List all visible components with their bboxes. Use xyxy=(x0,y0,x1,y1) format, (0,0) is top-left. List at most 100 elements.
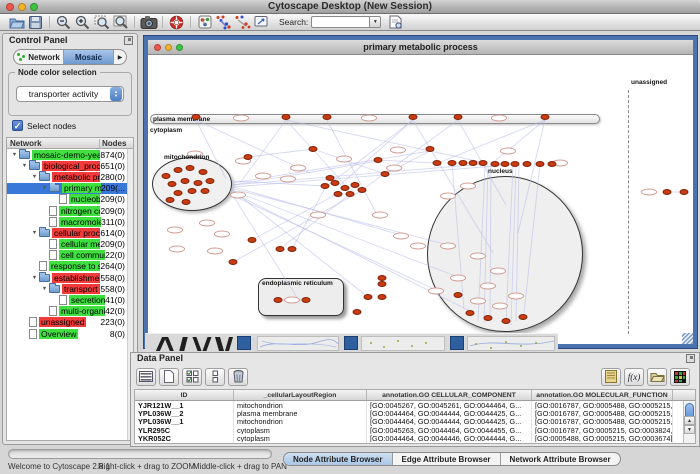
graph-node-label[interactable] xyxy=(290,165,306,172)
open-file-icon[interactable] xyxy=(7,14,26,30)
graph-node[interactable] xyxy=(469,160,478,166)
graph-node[interactable] xyxy=(188,188,197,194)
graph-node[interactable] xyxy=(162,173,171,179)
expander-icon[interactable]: ▼ xyxy=(40,185,49,191)
column-header[interactable]: annotation.GO CELLULAR_COMPONENT xyxy=(367,390,532,400)
graph-node[interactable] xyxy=(523,161,532,167)
expander-icon[interactable]: ▼ xyxy=(30,275,39,281)
graph-node[interactable] xyxy=(466,310,475,316)
tree-row[interactable]: ▼metabolic process280(0) xyxy=(7,171,133,182)
graph-node[interactable] xyxy=(309,146,318,152)
graph-node[interactable] xyxy=(331,180,340,186)
tree-row[interactable]: macromolecule311(0) xyxy=(7,216,133,227)
graph-node[interactable] xyxy=(448,160,457,166)
graph-node[interactable] xyxy=(288,246,297,252)
search-input[interactable] xyxy=(311,16,369,28)
graph-node[interactable] xyxy=(323,114,332,120)
graph-node-label[interactable] xyxy=(470,298,486,305)
graph-node[interactable] xyxy=(479,160,488,166)
create-view-icon[interactable] xyxy=(252,14,271,30)
table-row[interactable]: YLR295Ccytoplasm[GO:0045263, GO:0044464,… xyxy=(135,426,695,434)
table-row[interactable]: YKR052Ccytoplasm[GO:0044464, GO:0044446,… xyxy=(135,434,695,442)
graph-node[interactable] xyxy=(346,191,355,197)
frame-titlebar[interactable]: primary metabolic process xyxy=(148,40,693,55)
expander-icon[interactable]: ▼ xyxy=(30,230,39,236)
delete-attribute-icon[interactable] xyxy=(228,368,248,386)
node-color-dropdown[interactable]: transporter activity ▲▼ xyxy=(16,86,124,102)
graph-node[interactable] xyxy=(536,161,545,167)
graph-node[interactable] xyxy=(502,318,511,324)
graph-node[interactable] xyxy=(181,178,190,184)
graph-node-label[interactable] xyxy=(336,156,352,163)
graph-node-label[interactable] xyxy=(372,212,388,219)
zoom-selected-region-icon[interactable] xyxy=(92,14,111,30)
graph-node[interactable] xyxy=(454,114,463,120)
tree-row[interactable]: ▼cellular process614(0) xyxy=(7,227,133,238)
graph-node[interactable] xyxy=(182,199,191,205)
new-attribute-icon[interactable] xyxy=(159,368,179,386)
scroll-down-icon[interactable]: ▼ xyxy=(684,425,695,434)
column-header[interactable]: ID xyxy=(135,390,234,400)
graph-node-label[interactable] xyxy=(491,115,507,122)
graph-node-label[interactable] xyxy=(410,243,426,250)
graph-node[interactable] xyxy=(201,188,210,194)
column-header[interactable]: annotation.GO MOLECULAR_FUNCTION xyxy=(532,390,673,400)
graph-node-label[interactable] xyxy=(390,147,406,154)
expander-icon[interactable]: ▼ xyxy=(40,286,49,292)
graph-node[interactable] xyxy=(244,154,253,160)
graph-node-label[interactable] xyxy=(641,189,657,196)
graph-node[interactable] xyxy=(194,180,203,186)
table-row[interactable]: YPL036W__2plasma membrane[GO:0044464, GO… xyxy=(135,409,695,417)
float-panel-icon[interactable] xyxy=(124,36,133,45)
graph-node[interactable] xyxy=(326,175,335,181)
zoom-out-icon[interactable] xyxy=(54,14,73,30)
graph-node[interactable] xyxy=(491,161,500,167)
graph-node[interactable] xyxy=(174,167,183,173)
zoom-in-icon[interactable] xyxy=(73,14,92,30)
graph-node[interactable] xyxy=(426,146,435,152)
graph-node[interactable] xyxy=(663,189,672,195)
tree-row[interactable]: unassigned223(0) xyxy=(7,317,133,328)
graph-node-label[interactable] xyxy=(199,220,215,227)
graph-node[interactable] xyxy=(206,178,215,184)
vizmapper-icon[interactable] xyxy=(195,14,214,30)
graph-node[interactable] xyxy=(433,160,442,166)
tab-network-attribute-browser[interactable]: Network Attribute Browser xyxy=(501,453,620,465)
graph-node-label[interactable] xyxy=(500,148,516,155)
graph-node-label[interactable] xyxy=(386,165,402,172)
graph-node[interactable] xyxy=(378,294,387,300)
graph-node[interactable] xyxy=(168,181,177,187)
graph-node-label[interactable] xyxy=(233,115,249,122)
graph-node-label[interactable] xyxy=(255,173,271,180)
graph-node[interactable] xyxy=(186,165,195,171)
graph-node-label[interactable] xyxy=(310,212,326,219)
table-scrollbar[interactable]: ▲ ▼ xyxy=(683,401,695,443)
table-row[interactable]: YDR039C__1mitochondrion[GO:0044464, GO:0… xyxy=(135,442,695,444)
graph-node[interactable] xyxy=(276,246,285,252)
graph-node-label[interactable] xyxy=(490,268,506,275)
graph-node-label[interactable] xyxy=(440,193,456,200)
tab-network[interactable]: Network xyxy=(14,50,64,64)
graph-node[interactable] xyxy=(282,114,291,120)
column-header[interactable]: _cellularLayoutRegion xyxy=(234,390,367,400)
graph-node[interactable] xyxy=(334,191,343,197)
graph-node[interactable] xyxy=(248,237,257,243)
graph-node[interactable] xyxy=(358,187,367,193)
search-dropdown-arrow-icon[interactable]: ▼ xyxy=(369,16,381,28)
select-attributes-icon[interactable] xyxy=(136,368,156,386)
tree-row[interactable]: ▼primary metabol209(... xyxy=(7,183,133,194)
graph-node[interactable] xyxy=(302,297,311,303)
scroll-up-icon[interactable]: ▲ xyxy=(684,416,695,425)
expander-icon[interactable]: ▼ xyxy=(30,174,39,180)
tabs-overflow-arrow-icon[interactable]: ▶ xyxy=(114,50,126,64)
graph-node[interactable] xyxy=(274,297,283,303)
graph-node[interactable] xyxy=(174,190,183,196)
graph-node-label[interactable] xyxy=(214,231,230,238)
tree-row[interactable]: ▼establishment of lo558(0) xyxy=(7,272,133,283)
float-data-panel-icon[interactable] xyxy=(686,354,695,363)
graph-node[interactable] xyxy=(192,114,201,120)
graph-node[interactable] xyxy=(501,161,510,167)
graph-node-label[interactable] xyxy=(460,183,476,190)
graph-node-label[interactable] xyxy=(207,248,223,255)
graph-node[interactable] xyxy=(454,292,463,298)
